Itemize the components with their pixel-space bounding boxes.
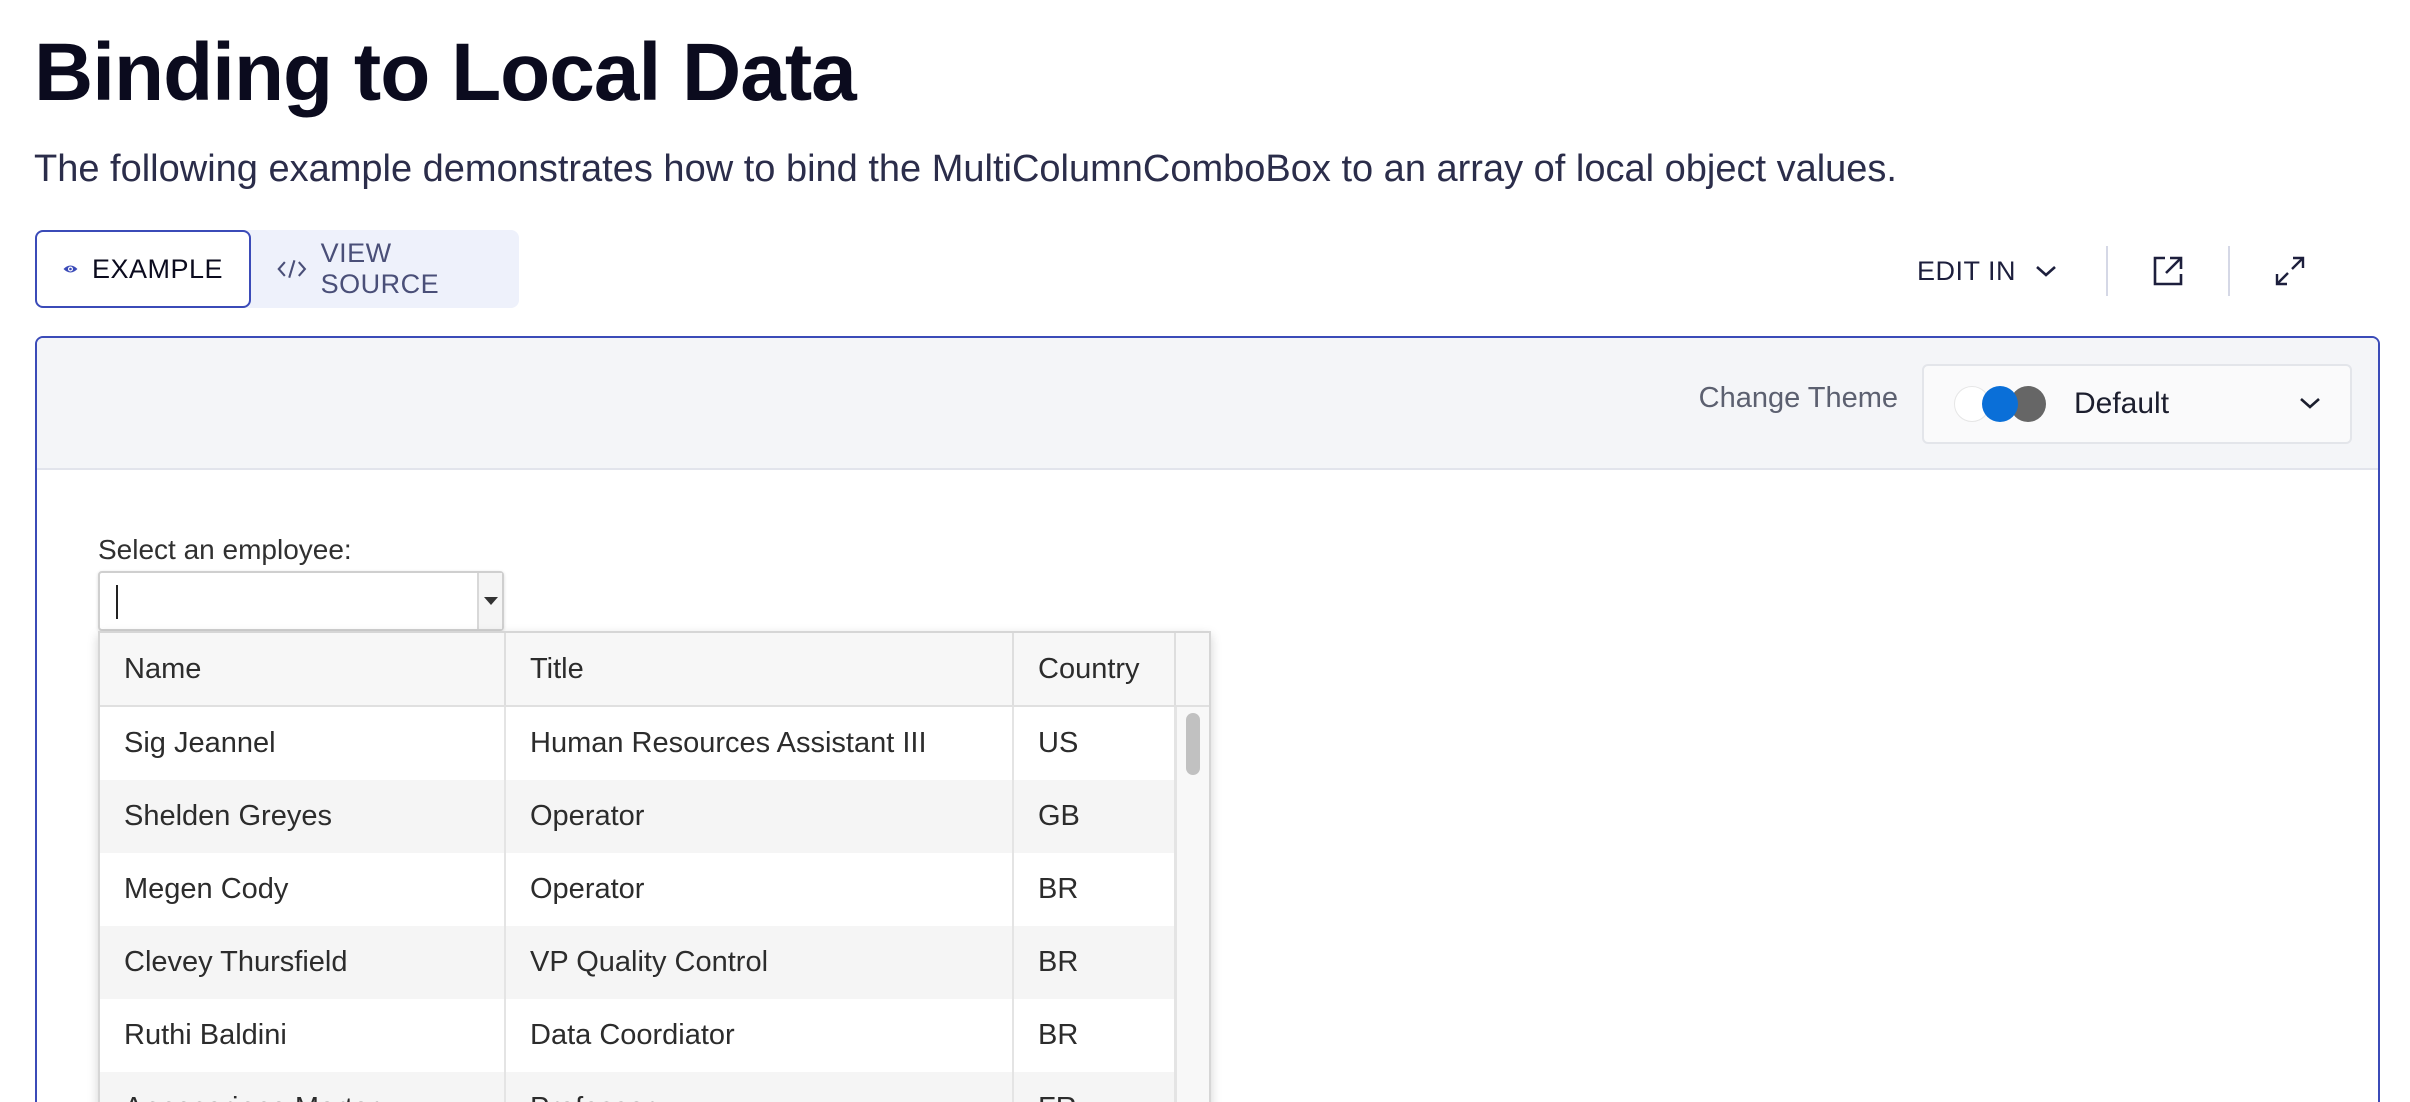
tab-example[interactable]: EXAMPLE [35, 230, 251, 308]
column-header-country[interactable]: Country [1014, 633, 1176, 705]
combobox-dropdown-button[interactable] [477, 573, 502, 629]
tab-view-source-label: VIEW SOURCE [320, 238, 440, 299]
employee-combobox[interactable] [98, 571, 504, 631]
column-header-title[interactable]: Title [506, 633, 1014, 705]
tab-example-label: EXAMPLE [91, 253, 223, 284]
theme-value: Default [2074, 387, 2170, 420]
demo-header: Change Theme Default [37, 338, 2378, 470]
table-row[interactable]: Clevey Thursfield VP Quality Control BR [100, 926, 1209, 999]
page-description: The following example demonstrates how t… [34, 148, 1897, 190]
demo-toolbar: EDIT IN [1917, 236, 2350, 306]
header-scroll-spacer [1176, 633, 1209, 705]
page-title: Binding to Local Data [34, 27, 857, 118]
edit-in-label: EDIT IN [1916, 255, 2016, 286]
open-new-window-button[interactable] [2108, 236, 2228, 306]
chevron-down-icon [2036, 266, 2056, 277]
popup-scrollbar-thumb[interactable] [1186, 713, 1200, 775]
external-link-icon [2153, 256, 2183, 286]
theme-swatch-icon [1954, 386, 2050, 422]
fullscreen-button[interactable] [2230, 236, 2350, 306]
eye-icon [63, 265, 78, 273]
table-row[interactable]: Ruthi Baldini Data Coordiator BR [100, 999, 1209, 1072]
demo-tabs: EXAMPLE VIEW SOURCE [35, 230, 519, 308]
popup-scrollbar[interactable] [1175, 707, 1209, 1102]
employee-combobox-input[interactable] [100, 573, 477, 629]
text-caret [116, 585, 118, 619]
caret-down-icon [483, 597, 498, 605]
grid-body: Sig Jeannel Human Resources Assistant II… [100, 707, 1209, 1102]
table-row[interactable]: Megen Cody Operator BR [100, 853, 1209, 926]
combobox-popup: Name Title Country Sig Jeannel Human Res… [98, 631, 1211, 1102]
table-row[interactable]: Shelden Greyes Operator GB [100, 780, 1209, 853]
code-icon [277, 259, 307, 279]
table-row[interactable]: Sig Jeannel Human Resources Assistant II… [100, 707, 1209, 780]
demo-frame: Change Theme Default Select an employee:… [35, 336, 2380, 1102]
edit-in-button[interactable]: EDIT IN [1917, 256, 2106, 287]
chevron-down-icon [2300, 398, 2320, 409]
change-theme-label: Change Theme [1698, 382, 1898, 414]
employee-field-label: Select an employee: [98, 534, 352, 565]
theme-select[interactable]: Default [1922, 364, 2352, 444]
tab-view-source[interactable]: VIEW SOURCE [251, 230, 519, 308]
table-row[interactable]: Annecorinne Morter Professor FR [100, 1072, 1209, 1102]
column-header-name[interactable]: Name [100, 633, 506, 705]
expand-icon [2275, 256, 2305, 286]
grid-header: Name Title Country [100, 633, 1209, 707]
